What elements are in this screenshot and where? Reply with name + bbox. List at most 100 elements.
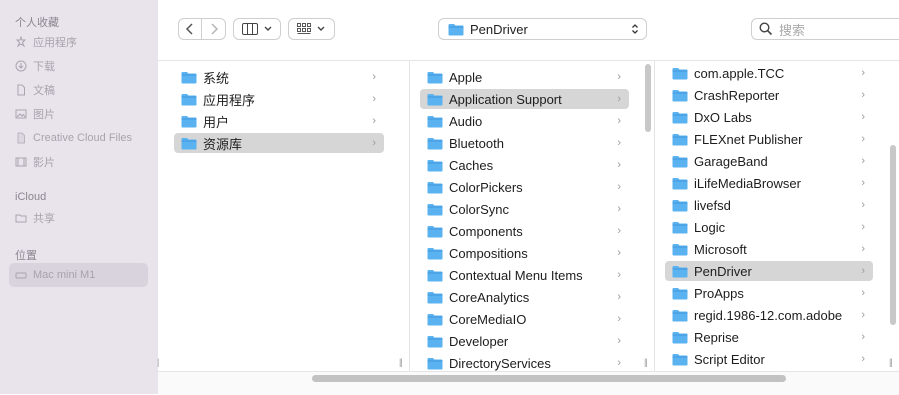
folder-name: Caches — [449, 157, 494, 173]
folder-icon — [672, 221, 688, 233]
folder-icon — [427, 225, 443, 237]
sidebar-item-applications[interactable]: 应用程序 — [15, 33, 77, 51]
chevron-right-icon: › — [861, 111, 865, 123]
sidebar-item-label: 影片 — [33, 157, 55, 169]
folder-icon — [181, 137, 197, 149]
folder-name: Reprise — [694, 329, 739, 345]
folder-row[interactable]: iLifeMediaBrowser › — [665, 173, 873, 193]
folder-row[interactable]: Apple › — [420, 67, 629, 87]
sidebar-item-label: 文稿 — [33, 85, 55, 97]
folder-row[interactable]: 用户 › — [174, 111, 384, 131]
column-resize-handle[interactable]: || — [889, 357, 893, 367]
folder-row[interactable]: 系统 › — [174, 67, 384, 87]
folder-row[interactable]: com.apple.TCC › — [665, 63, 873, 83]
folder-row[interactable]: PenDriver › — [665, 261, 873, 281]
folder-row[interactable]: Contextual Menu Items › — [420, 265, 629, 285]
sidebar: 个人收藏 应用程序 下载 文稿 图片 Creative Cloud Files — [0, 0, 158, 394]
column-2-scrollbar[interactable] — [645, 64, 651, 132]
column-3-scrollbar[interactable] — [890, 145, 896, 325]
column-resize-handle[interactable]: || — [399, 357, 403, 367]
column-divider — [409, 61, 410, 371]
path-popup-button[interactable]: PenDriver — [438, 18, 647, 40]
sidebar-item-pictures[interactable]: 图片 — [15, 105, 55, 123]
folder-icon — [427, 247, 443, 259]
folder-row[interactable]: DxO Labs › — [665, 107, 873, 127]
chevron-right-icon: › — [861, 331, 865, 343]
sidebar-item-downloads[interactable]: 下载 — [15, 57, 55, 75]
view-mode-button[interactable] — [233, 18, 281, 40]
chevron-left-icon — [185, 23, 193, 35]
folder-row[interactable]: Developer › — [420, 331, 629, 351]
group-button[interactable] — [288, 18, 335, 40]
folder-row[interactable]: CoreMediaIO › — [420, 309, 629, 329]
chevron-right-icon: › — [861, 353, 865, 365]
sidebar-item-shared[interactable]: 共享 — [15, 209, 55, 227]
downloads-icon — [15, 60, 27, 72]
folder-row[interactable]: 资源库 › — [174, 133, 384, 153]
folder-row[interactable]: Application Support › — [420, 89, 629, 109]
folder-row[interactable]: Logic › — [665, 217, 873, 237]
folder-row[interactable]: DirectoryServices › — [420, 353, 629, 371]
folder-icon — [672, 265, 688, 277]
folder-name: Audio — [449, 113, 483, 129]
favorites-header: 个人收藏 — [15, 17, 59, 29]
icloud-header: iCloud — [15, 191, 47, 203]
sidebar-item-label: 应用程序 — [33, 37, 77, 49]
grid-icon — [297, 23, 311, 34]
folder-row[interactable]: Microsoft › — [665, 239, 873, 259]
folder-name: PenDriver — [694, 263, 752, 279]
folder-icon — [427, 313, 443, 325]
folder-row[interactable]: Bluetooth › — [420, 133, 629, 153]
sidebar-item-mac-mini[interactable]: Mac mini M1 — [15, 266, 95, 284]
chevron-right-icon: › — [861, 221, 865, 233]
folder-icon — [427, 291, 443, 303]
path-popup-label: PenDriver — [470, 21, 528, 37]
folder-icon — [427, 269, 443, 281]
folder-row[interactable]: Caches › — [420, 155, 629, 175]
column-resize-handle[interactable]: || — [644, 357, 648, 367]
folder-row[interactable]: Components › — [420, 221, 629, 241]
folder-name: Components — [449, 223, 523, 239]
folder-name: 系统 — [203, 70, 230, 86]
horizontal-scrollbar-thumb[interactable] — [312, 375, 786, 382]
folder-row[interactable]: Script Editor › — [665, 349, 873, 369]
folder-row[interactable]: ColorSync › — [420, 199, 629, 219]
folder-row[interactable]: regid.1986-12.com.adobe › — [665, 305, 873, 325]
folder-icon — [181, 71, 197, 83]
folder-row[interactable]: livefsd › — [665, 195, 873, 215]
search-field[interactable]: 搜索 — [751, 18, 899, 40]
chevron-right-icon: › — [372, 71, 376, 83]
sidebar-item-label: 共享 — [33, 213, 55, 225]
sidebar-item-movies[interactable]: 影片 — [15, 153, 55, 171]
sidebar-item-documents[interactable]: 文稿 — [15, 81, 55, 99]
folder-row[interactable]: Compositions › — [420, 243, 629, 263]
folder-icon — [672, 67, 688, 79]
folder-row[interactable]: CrashReporter › — [665, 85, 873, 105]
chevron-right-icon: › — [617, 247, 621, 259]
folder-name: Logic — [694, 219, 726, 235]
folder-icon — [672, 89, 688, 101]
folder-row[interactable]: ColorPickers › — [420, 177, 629, 197]
folder-icon — [427, 335, 443, 347]
applications-icon — [15, 36, 27, 48]
sidebar-item-creative-cloud[interactable]: Creative Cloud Files — [15, 129, 132, 147]
folder-row[interactable]: Reprise › — [665, 327, 873, 347]
chevron-right-icon: › — [861, 155, 865, 167]
chevron-right-icon: › — [617, 335, 621, 347]
chevron-right-icon: › — [617, 181, 621, 193]
folder-row[interactable]: ProApps › — [665, 283, 873, 303]
movies-icon — [15, 156, 27, 168]
folder-name: Contextual Menu Items — [449, 267, 583, 283]
document-icon — [15, 84, 27, 96]
folder-name: Developer — [449, 333, 509, 349]
browser-column-1: 系统 › 应用程序 › 用户 › 资源库 › — [168, 61, 394, 371]
column-resize-handle[interactable]: | — [157, 357, 160, 367]
folder-row[interactable]: CoreAnalytics › — [420, 287, 629, 307]
forward-button[interactable] — [201, 18, 226, 40]
folder-name: Application Support — [449, 91, 562, 107]
folder-row[interactable]: 应用程序 › — [174, 89, 384, 109]
folder-row[interactable]: GarageBand › — [665, 151, 873, 171]
folder-row[interactable]: FLEXnet Publisher › — [665, 129, 873, 149]
folder-row[interactable]: Audio › — [420, 111, 629, 131]
back-button[interactable] — [178, 18, 202, 40]
